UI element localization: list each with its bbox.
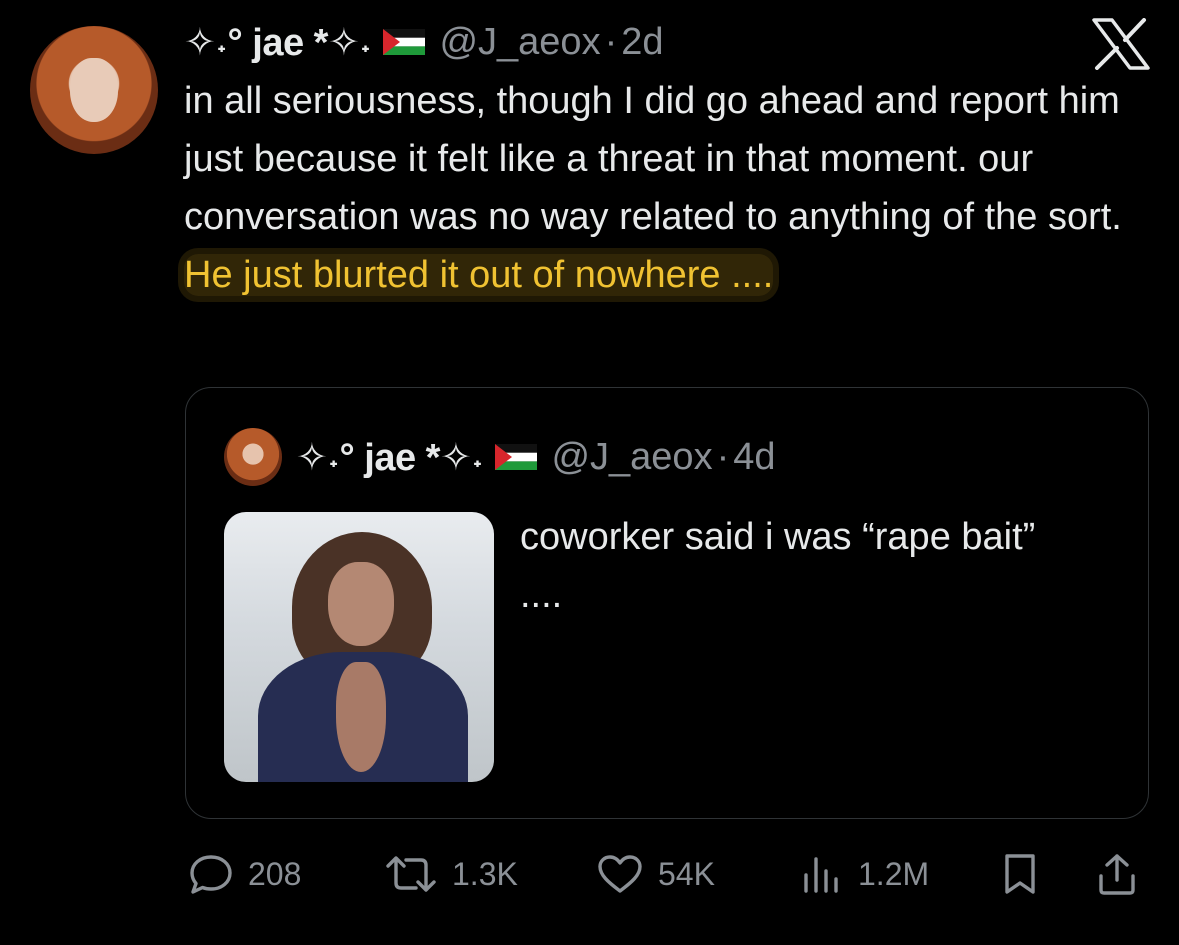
display-name[interactable]: ✧˖° jae *✧˖ — [184, 20, 372, 65]
quoted-tweet[interactable]: ✧˖° jae *✧˖ @J_aeox · 4d coworker said i… — [185, 387, 1149, 819]
views-button[interactable]: 1.2M — [800, 846, 929, 902]
view-count: 1.2M — [858, 855, 930, 892]
avatar[interactable] — [30, 26, 158, 154]
highlighted-text: He just blurted it out of nowhere .... — [184, 254, 774, 296]
x-logo-icon — [1092, 18, 1150, 70]
bookmark-button[interactable] — [1000, 846, 1040, 902]
repost-count: 1.3K — [452, 855, 518, 892]
separator-dot: · — [716, 435, 730, 478]
quoted-timestamp: 4d — [733, 435, 776, 478]
like-count: 54K — [658, 855, 715, 892]
quoted-display-name: ✧˖° jae *✧˖ — [296, 436, 484, 479]
palestine-flag-icon — [495, 444, 538, 470]
share-icon — [1099, 854, 1135, 895]
tweet-header: ✧˖° jae *✧˖ @J_aeox · 2d — [184, 14, 664, 70]
quoted-avatar — [224, 428, 282, 486]
action-bar: 208 1.3K 54K 1.2M — [188, 846, 1150, 902]
views-chart-icon — [804, 857, 838, 893]
reply-button[interactable]: 208 — [188, 846, 301, 902]
repost-icon — [386, 856, 436, 892]
share-button[interactable] — [1096, 846, 1138, 902]
like-button[interactable]: 54K — [596, 846, 715, 902]
heart-icon — [598, 855, 642, 893]
separator-dot: · — [604, 20, 618, 63]
tweet-card: ✧˖° jae *✧˖ @J_aeox · 2d in all seriousn… — [0, 0, 1179, 945]
tweet-text: in all seriousness, though I did go ahea… — [184, 80, 1122, 296]
quoted-tweet-text: coworker said i was “rape bait” .... — [520, 516, 1036, 616]
quoted-tweet-header: ✧˖° jae *✧˖ @J_aeox · 4d — [224, 428, 776, 486]
reply-count: 208 — [248, 855, 302, 892]
repost-button[interactable]: 1.3K — [384, 846, 518, 902]
quoted-handle: @J_aeox — [551, 435, 713, 478]
palestine-flag-icon — [383, 29, 426, 55]
timestamp[interactable]: 2d — [621, 21, 663, 64]
quoted-media-image[interactable] — [224, 512, 494, 782]
bookmark-icon — [1005, 854, 1035, 894]
reply-icon — [190, 855, 232, 894]
handle[interactable]: @J_aeox — [439, 21, 600, 64]
